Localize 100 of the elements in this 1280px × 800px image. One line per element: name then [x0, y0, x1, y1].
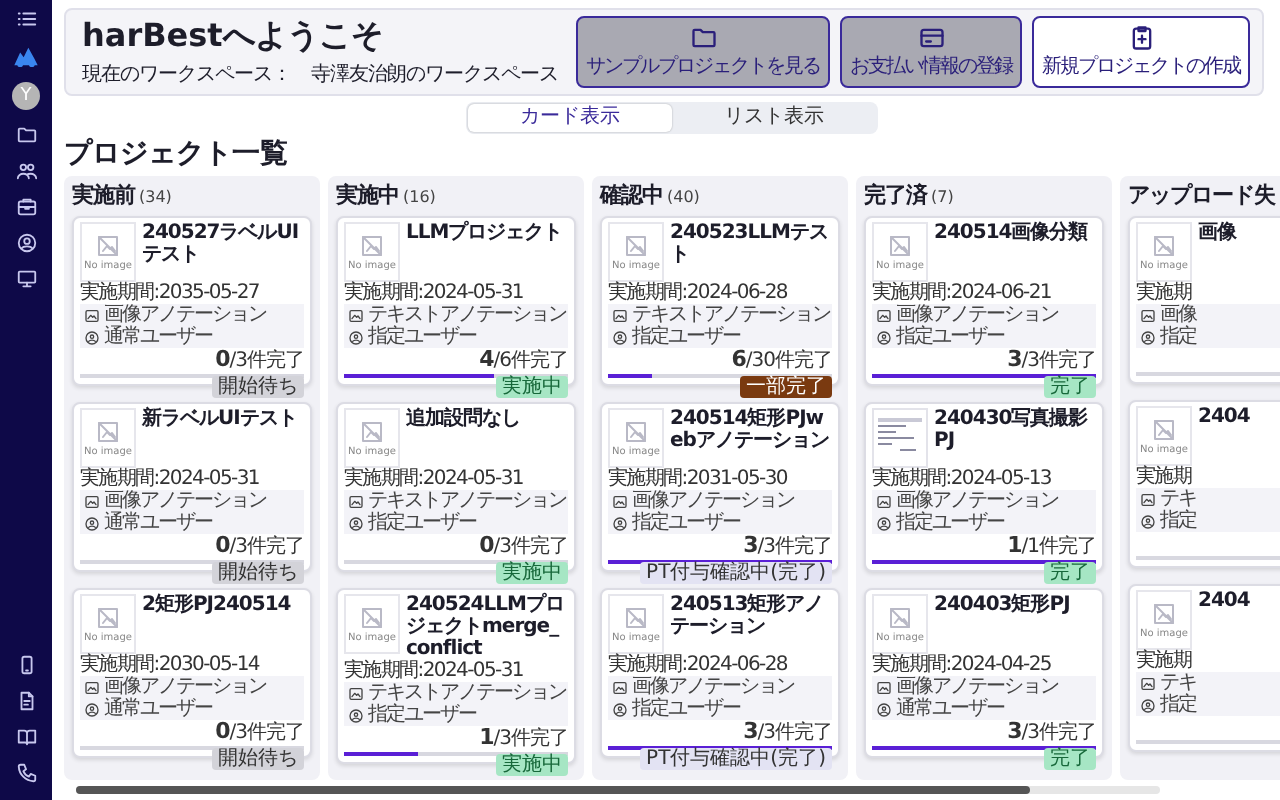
book-icon[interactable]: [15, 726, 37, 748]
status-badge: 開始待ち: [212, 562, 304, 584]
image-frame-icon: [1140, 307, 1156, 323]
progress-count: 1/3件完了: [477, 726, 568, 750]
tag-label: 画像アノテーション: [104, 490, 266, 512]
logo-icon[interactable]: [12, 44, 40, 68]
view-tab[interactable]: リスト表示: [672, 104, 876, 132]
header-button[interactable]: 新規プロジェクトの作成: [1032, 16, 1250, 88]
tag-label: 画像アノテーション: [104, 676, 266, 698]
image-frame-icon: [876, 679, 892, 695]
image-frame-icon: [1140, 675, 1156, 691]
header-button[interactable]: お支払い情報の登録: [840, 16, 1022, 88]
deadline-text: 実施期間:2024-06-21: [872, 282, 1053, 304]
view-tab[interactable]: カード表示: [468, 104, 672, 132]
tag-label: 指定: [1160, 510, 1196, 532]
folder-icon[interactable]: [15, 124, 37, 146]
person-icon: [348, 515, 364, 531]
project-title: 240403矩形PJ: [934, 594, 1070, 620]
no-image-icon: [624, 605, 648, 629]
column-count: (34): [139, 188, 172, 206]
status-badge: 完了: [1044, 376, 1096, 398]
no-image-icon: [624, 233, 648, 257]
tag-label: 指定ユーザー: [896, 326, 1004, 348]
image-frame-icon: [348, 493, 364, 509]
person-icon: [876, 515, 892, 531]
status-badge: 開始待ち: [212, 748, 304, 770]
folder-icon: [689, 24, 717, 52]
tag-label: テキ: [1160, 672, 1196, 694]
column-title: 完了済: [864, 182, 927, 208]
column-title: 実施前: [72, 182, 135, 208]
tag-label: 指定ユーザー: [632, 698, 740, 720]
project-title: 240524LLMプロジェクトmerge_conflict: [406, 594, 566, 660]
progress-count: 3/3件完了: [741, 720, 832, 744]
progress-count: 3/3件完了: [1005, 348, 1096, 372]
tag-label: 指定ユーザー: [896, 512, 1004, 534]
tag-label: 指定ユーザー: [368, 704, 476, 726]
column-title: アップロード失: [1128, 182, 1275, 208]
deadline-text: 実施期: [1136, 466, 1194, 488]
tag-label: 指定ユーザー: [632, 326, 740, 348]
image-frame-icon: [348, 307, 364, 323]
screenshot-thumbnail: [872, 408, 928, 468]
user-circle-icon[interactable]: [15, 232, 37, 254]
header-button[interactable]: サンプルプロジェクトを見る: [576, 16, 830, 88]
no-image-icon: [1152, 601, 1176, 625]
project-title: 240513矩形アノテーション: [670, 594, 826, 642]
project-title: 画像: [1198, 222, 1236, 248]
tag-label: 画像アノテーション: [104, 304, 266, 326]
status-badge: 実施中: [496, 562, 568, 584]
deadline-text: 実施期間:2024-05-31: [344, 660, 525, 682]
image-frame-icon: [1140, 491, 1156, 507]
tag-label: 通常ユーザー: [104, 512, 212, 534]
project-title: 2矩形PJ240514: [142, 594, 291, 620]
progress-count: 0/3件完了: [213, 348, 304, 372]
phone-icon[interactable]: [15, 762, 37, 784]
tag-label: 通常ユーザー: [104, 326, 212, 348]
deadline-text: 実施期: [1136, 282, 1194, 304]
project-title: 新ラベルUIテスト: [142, 408, 297, 434]
person-icon: [1140, 513, 1156, 529]
tag-label: テキストアノテーション: [632, 304, 830, 326]
image-frame-icon: [84, 307, 100, 323]
column-title: 実施中: [336, 182, 399, 208]
image-frame-icon: [612, 679, 628, 695]
project-title: 追加設問なし: [406, 408, 520, 434]
tag-label: 指定: [1160, 694, 1196, 716]
image-frame-icon: [876, 493, 892, 509]
people-icon[interactable]: [15, 160, 37, 182]
project-title: LLMプロジェクト: [406, 222, 563, 248]
column-count: (7): [931, 188, 954, 206]
clipboard-icon: [1127, 24, 1155, 52]
image-frame-icon: [84, 679, 100, 695]
no-image-icon: [360, 605, 384, 629]
tag-label: 画像アノテーション: [896, 304, 1058, 326]
person-icon: [348, 707, 364, 723]
status-badge: PT付与確認中(完了): [640, 748, 832, 770]
project-title: 2404: [1198, 406, 1250, 432]
deadline-text: 実施期間:2024-04-25: [872, 654, 1053, 676]
project-title: 240514矩形PJwebアノテーション: [670, 408, 831, 456]
person-icon: [84, 329, 100, 345]
no-image-icon: [888, 233, 912, 257]
tag-label: テキストアノテーション: [368, 682, 566, 704]
monitor-icon[interactable]: [15, 268, 37, 290]
no-image-icon: [888, 605, 912, 629]
progress-count: 3/3件完了: [741, 534, 832, 558]
status-badge: 実施中: [496, 754, 568, 776]
no-image-icon: [360, 419, 384, 443]
no-image-icon: [1152, 233, 1176, 257]
tag-label: 画像: [1160, 304, 1196, 326]
mobile-icon[interactable]: [15, 654, 37, 676]
person-icon: [612, 701, 628, 717]
deadline-text: 実施期間:2024-05-31: [344, 468, 525, 490]
deadline-text: 実施期間:2031-05-30: [608, 468, 789, 490]
no-image-icon: [96, 233, 120, 257]
briefcase-icon[interactable]: [15, 196, 37, 218]
no-image-icon: [360, 233, 384, 257]
image-frame-icon: [612, 307, 628, 323]
person-icon: [876, 701, 892, 717]
document-icon[interactable]: [15, 690, 37, 712]
menu-icon[interactable]: [15, 8, 37, 30]
status-badge: 完了: [1044, 562, 1096, 584]
person-icon: [1140, 697, 1156, 713]
